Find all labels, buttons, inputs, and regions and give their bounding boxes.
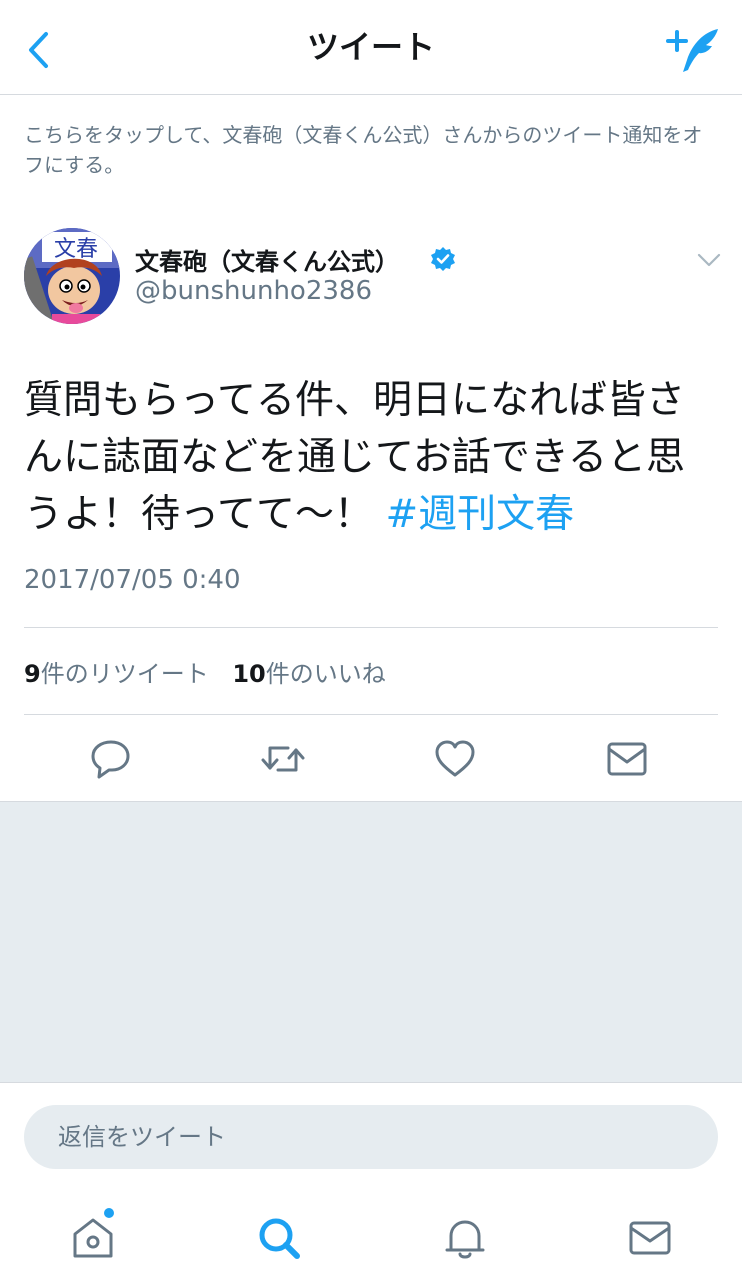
- retweet-label: 件のリツイート: [40, 660, 209, 688]
- retweet-icon: [261, 746, 305, 772]
- like-count: 10: [232, 660, 266, 688]
- retweet-button[interactable]: [257, 734, 309, 784]
- back-button[interactable]: [22, 28, 62, 72]
- bell-icon: [445, 1220, 485, 1259]
- avatar-logo-text: 文春: [54, 237, 98, 262]
- home-notification-dot: [104, 1208, 114, 1218]
- search-icon: [259, 1218, 300, 1259]
- tweet-text: 質問もらってる件、明日になれば皆さんに誌面などを通じてお話できると思うよ！待って…: [24, 372, 718, 543]
- heart-icon: [435, 740, 475, 777]
- tweet-body: 質問もらってる件、明日になれば皆さんに誌面などを通じてお話できると思うよ！待って…: [24, 378, 686, 537]
- divider: [24, 627, 718, 628]
- engagement-stats: 9件のリツイート 10件のいいね: [24, 654, 402, 689]
- replies-area: [0, 801, 742, 1083]
- chevron-down-icon: [697, 253, 721, 267]
- tab-home[interactable]: [63, 1208, 123, 1268]
- retweet-count: 9: [24, 660, 41, 688]
- retweet-count-link[interactable]: 9件のリツイート: [24, 660, 209, 688]
- tweet-menu-button[interactable]: [696, 250, 722, 270]
- tweet-timestamp: 2017/07/05 0:40: [24, 565, 241, 595]
- share-via-dm-button[interactable]: [601, 734, 653, 784]
- author-handle[interactable]: @bunshunho2386: [135, 276, 372, 306]
- reply-input[interactable]: 返信をツイート: [24, 1105, 718, 1169]
- envelope-icon: [629, 1221, 671, 1255]
- tab-messages[interactable]: [620, 1208, 680, 1268]
- verified-badge-icon: [430, 246, 456, 272]
- hashtag-link[interactable]: #週刊文春: [385, 492, 574, 537]
- home-icon: [73, 1218, 113, 1258]
- like-button[interactable]: [429, 734, 481, 784]
- compose-tweet-button[interactable]: [666, 26, 722, 76]
- chevron-left-icon: [29, 32, 48, 68]
- reply-icon: [91, 740, 130, 779]
- tab-search[interactable]: [249, 1208, 309, 1268]
- reply-button[interactable]: [85, 734, 137, 784]
- like-count-link[interactable]: 10件のいいね: [232, 660, 385, 688]
- tab-notifications[interactable]: [435, 1208, 495, 1268]
- page-title: ツイート: [306, 28, 435, 66]
- envelope-icon: [607, 742, 647, 776]
- avatar[interactable]: 文春: [24, 228, 120, 324]
- author-name[interactable]: 文春砲（文春くん公式）: [135, 242, 399, 277]
- compose-tweet-icon: [666, 29, 718, 72]
- like-label: 件のいいね: [265, 660, 386, 688]
- notification-off-notice[interactable]: こちらをタップして、文春砲（文春くん公式）さんからのツイート通知をオフにする。: [24, 120, 718, 180]
- divider: [24, 714, 718, 715]
- avatar-image: 文春: [24, 228, 120, 324]
